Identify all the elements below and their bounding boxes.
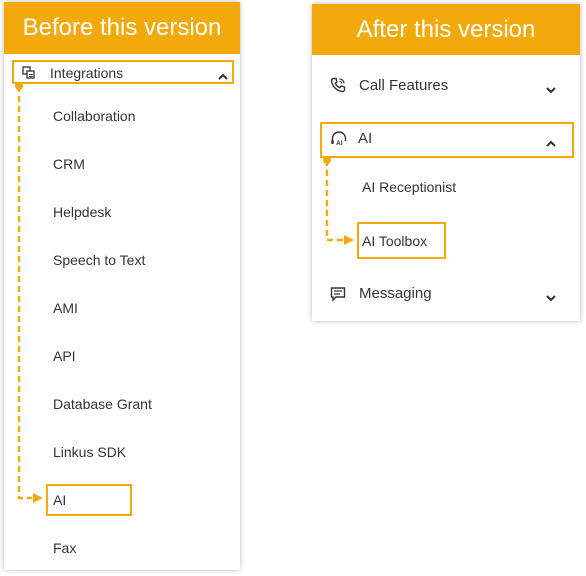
after-title: After this version bbox=[312, 4, 580, 55]
submenu-item-linkus-sdk[interactable]: Linkus SDK bbox=[53, 444, 126, 460]
chevron-down-icon[interactable] bbox=[546, 81, 556, 97]
submenu-item-crm[interactable]: CRM bbox=[53, 156, 85, 172]
ai-item-highlight bbox=[46, 484, 132, 516]
call-features-label: Call Features bbox=[359, 77, 449, 94]
submenu-item-database-grant[interactable]: Database Grant bbox=[53, 396, 152, 412]
ai-menu-highlight bbox=[320, 122, 574, 158]
submenu-item-ami[interactable]: AMI bbox=[53, 300, 78, 316]
integrations-highlight bbox=[12, 60, 234, 84]
message-icon bbox=[330, 286, 346, 305]
call-features-menu[interactable]: Call Features bbox=[312, 70, 580, 100]
chevron-down-icon[interactable] bbox=[546, 289, 556, 305]
phone-icon bbox=[330, 77, 346, 96]
submenu-item-speech-to-text[interactable]: Speech to Text bbox=[53, 252, 145, 268]
submenu-item-helpdesk[interactable]: Helpdesk bbox=[53, 204, 111, 220]
submenu-item-api[interactable]: API bbox=[53, 348, 76, 364]
submenu-item-ai-receptionist[interactable]: AI Receptionist bbox=[362, 179, 456, 195]
messaging-menu[interactable]: Messaging bbox=[312, 278, 580, 308]
messaging-label: Messaging bbox=[359, 285, 432, 302]
ai-toolbox-highlight bbox=[357, 222, 446, 259]
after-panel: After this version Call Features AI AI A… bbox=[312, 4, 580, 321]
submenu-item-collaboration[interactable]: Collaboration bbox=[53, 108, 136, 124]
submenu-item-fax[interactable]: Fax bbox=[53, 540, 76, 556]
before-title: Before this version bbox=[4, 2, 240, 54]
